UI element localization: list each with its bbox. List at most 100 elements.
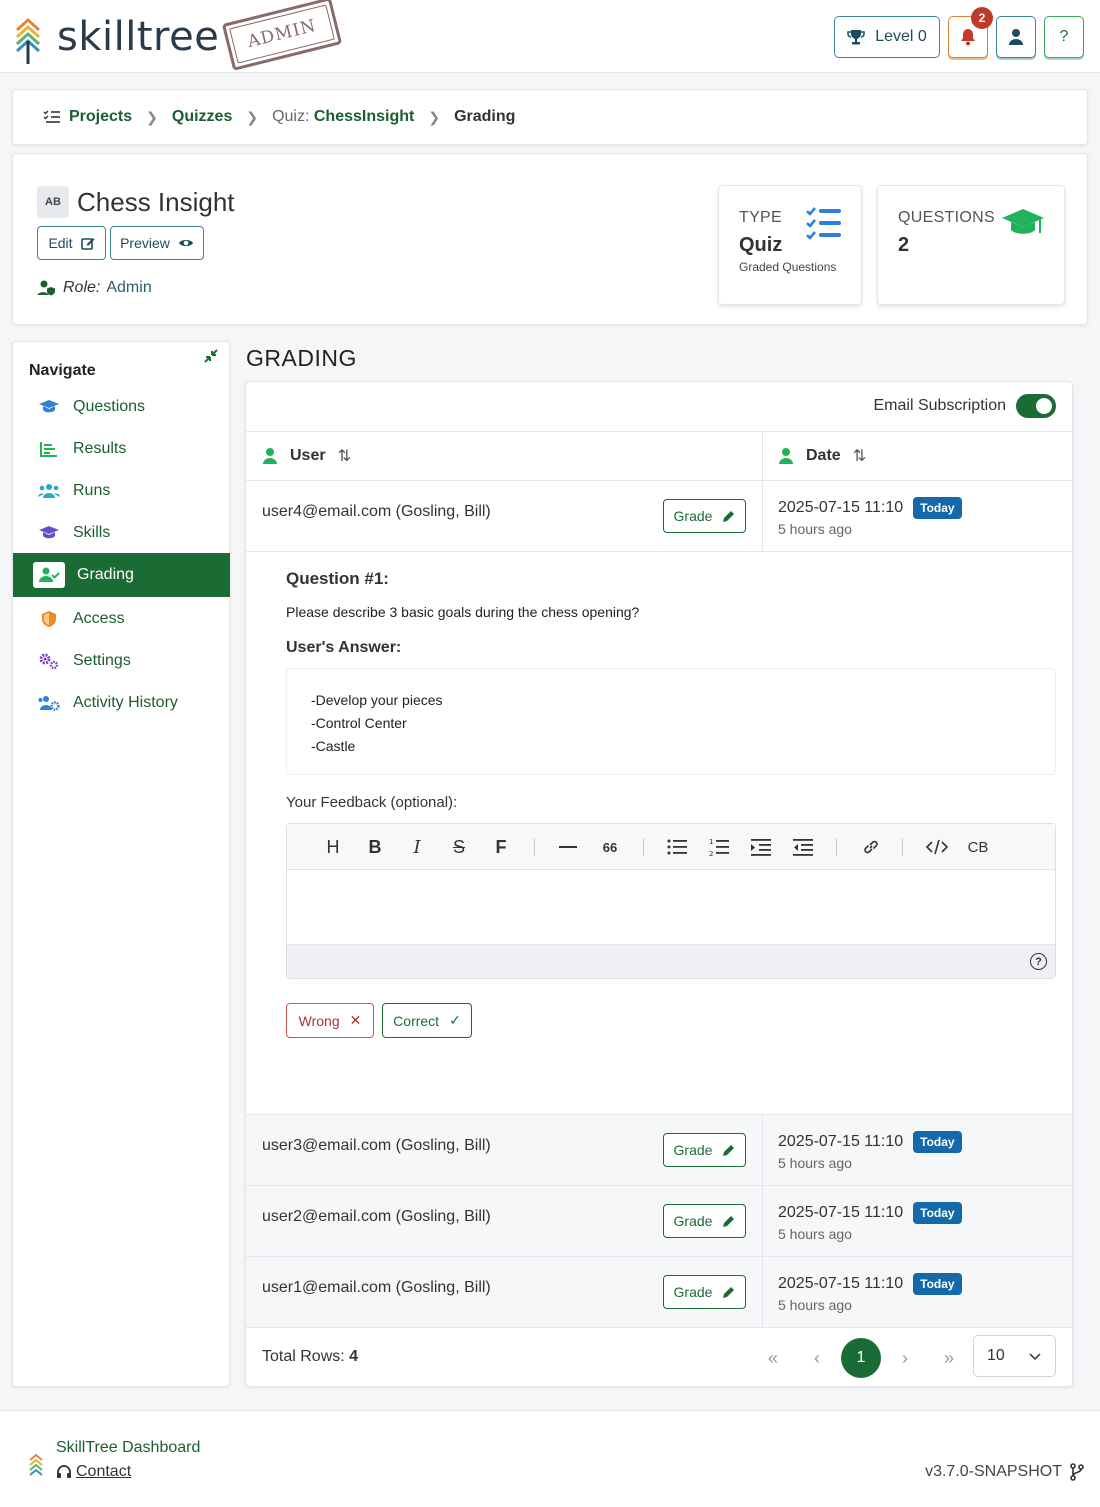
sidebar-item-access[interactable]: Access xyxy=(13,598,230,640)
row-user: user3@email.com (Gosling, Bill) xyxy=(262,1137,491,1154)
column-divider xyxy=(762,481,763,551)
italic-tool[interactable]: I xyxy=(404,836,430,858)
answer-line: -Control Center xyxy=(311,715,407,731)
check-icon: ✓ xyxy=(449,1012,461,1028)
code-icon xyxy=(925,839,949,855)
font-tool[interactable]: F xyxy=(488,836,514,858)
total-rows: Total Rows: 4 xyxy=(262,1348,359,1365)
top-bar: skilltree ADMIN Level 0 2 ? xyxy=(0,0,1100,73)
outdent-tool[interactable] xyxy=(790,836,816,858)
sidebar-item-label: Access xyxy=(73,610,125,627)
nav-title: Navigate xyxy=(29,362,96,379)
toolbar-divider xyxy=(643,838,644,856)
bold-tool[interactable]: B xyxy=(362,836,388,858)
prev-page-button[interactable]: ‹ xyxy=(797,1338,837,1378)
help-button[interactable]: ? xyxy=(1044,16,1084,58)
next-page-button[interactable]: › xyxy=(885,1338,925,1378)
bullet-list-tool[interactable] xyxy=(664,836,690,858)
pencil-icon xyxy=(723,510,735,522)
sidebar-item-settings[interactable]: Settings xyxy=(13,640,230,682)
cogs-icon xyxy=(37,649,61,673)
quote-tool[interactable]: 66 xyxy=(597,836,623,858)
sort-icon: ⇅ xyxy=(852,448,867,465)
feedback-textarea[interactable] xyxy=(287,870,1055,944)
email-subscription-toggle[interactable] xyxy=(1016,394,1056,418)
grade-label: Grade xyxy=(673,1284,713,1300)
help-circle-icon[interactable]: ? xyxy=(1030,953,1047,970)
admin-stamp: ADMIN xyxy=(221,0,343,71)
role-label: Role: xyxy=(63,279,101,296)
email-subscription: Email Subscription xyxy=(874,394,1056,418)
sidebar-item-runs[interactable]: Runs xyxy=(13,470,230,512)
page-title: Chess Insight xyxy=(77,187,235,217)
page-size-select[interactable]: 10 xyxy=(973,1335,1056,1377)
footer-title: SkillTree Dashboard xyxy=(56,1439,201,1456)
column-header-user[interactable]: User ⇅ xyxy=(262,432,351,480)
bullet-list-icon xyxy=(667,839,687,855)
breadcrumb: Projects ❯ Quizzes ❯ Quiz: ChessInsight … xyxy=(12,89,1088,145)
preview-button[interactable]: Preview xyxy=(110,226,204,260)
table-row: user1@email.com (Gosling, Bill) Grade 20… xyxy=(246,1257,1072,1328)
headset-icon xyxy=(57,1465,71,1478)
last-page-button[interactable]: » xyxy=(929,1338,969,1378)
code-tool[interactable] xyxy=(924,836,950,858)
question-title: Question #1: xyxy=(286,569,389,588)
type-stat-sub: Graded Questions xyxy=(739,260,837,274)
feedback-editor: H B I S F 66 12 CB ? xyxy=(286,823,1056,979)
indent-icon xyxy=(751,839,771,856)
page-1-button[interactable]: 1 xyxy=(841,1338,881,1378)
breadcrumb-quizzes[interactable]: Quizzes xyxy=(172,108,232,126)
breadcrumb-projects[interactable]: Projects xyxy=(69,108,132,126)
strikethrough-tool[interactable]: S xyxy=(446,836,472,858)
breadcrumb-quiz-prefix: Quiz: xyxy=(272,108,310,125)
type-stat-value: Quiz xyxy=(739,234,783,256)
chevron-right-icon: › xyxy=(902,1347,908,1368)
table-header: User ⇅ Date ⇅ xyxy=(246,431,1072,481)
link-tool[interactable] xyxy=(858,836,884,858)
user-check-icon xyxy=(33,562,65,588)
graduation-cap-icon xyxy=(37,521,61,545)
heading-tool[interactable]: H xyxy=(320,836,346,858)
toolbar-divider xyxy=(836,838,837,856)
indent-tool[interactable] xyxy=(748,836,774,858)
notification-count-badge: 2 xyxy=(971,7,993,29)
grade-button[interactable]: Grade xyxy=(663,1133,746,1167)
breadcrumb-quiz[interactable]: ChessInsight xyxy=(314,108,414,126)
sidebar-item-questions[interactable]: Questions xyxy=(13,386,230,428)
row-relative-time: 5 hours ago xyxy=(778,1297,852,1313)
chevron-right-icon: ❯ xyxy=(246,108,259,125)
edit-button[interactable]: Edit xyxy=(37,226,106,260)
first-page-button[interactable]: « xyxy=(753,1338,793,1378)
wrong-button[interactable]: Wrong ✕ xyxy=(286,1003,374,1038)
ordered-list-tool[interactable]: 12 xyxy=(706,836,732,858)
correct-button[interactable]: Correct ✓ xyxy=(382,1003,472,1038)
column-header-date[interactable]: Date ⇅ xyxy=(778,432,866,480)
sidebar-item-activity-history[interactable]: Activity History xyxy=(13,682,230,724)
level-button[interactable]: Level 0 xyxy=(834,16,940,58)
toolbar-divider xyxy=(534,838,535,856)
grade-button[interactable]: Grade xyxy=(663,1275,746,1309)
total-rows-value: 4 xyxy=(349,1348,359,1365)
eye-icon xyxy=(178,240,193,246)
grading-table-card: Email Subscription User ⇅ Date ⇅ user4@e… xyxy=(245,381,1073,1387)
editor-footer: ? xyxy=(287,944,1055,978)
contact-link[interactable]: Contact xyxy=(56,1463,131,1481)
horizontal-rule-icon xyxy=(559,846,577,848)
sidebar-item-results[interactable]: Results xyxy=(13,428,230,470)
table-footer: Total Rows: 4 « ‹ 1 › » 10 xyxy=(246,1328,1072,1386)
collapse-icon[interactable] xyxy=(203,348,219,364)
grade-button[interactable]: Grade xyxy=(663,499,746,533)
sidebar-item-grading[interactable]: Grading xyxy=(13,553,230,597)
user-menu-button[interactable] xyxy=(996,16,1036,58)
grade-label: Grade xyxy=(673,1142,713,1158)
today-badge: Today xyxy=(913,1273,962,1295)
questions-stat-card: QUESTIONS 2 xyxy=(877,185,1065,305)
skilltree-logo-icon xyxy=(15,17,41,64)
horizontal-rule-tool[interactable] xyxy=(555,836,581,858)
codeblock-tool[interactable]: CB xyxy=(965,836,991,858)
sidebar-item-skills[interactable]: Skills xyxy=(13,512,230,554)
today-badge: Today xyxy=(913,1202,962,1224)
column-header-label: Date xyxy=(806,447,841,464)
role-info: Role: Admin xyxy=(37,279,152,297)
grade-button[interactable]: Grade xyxy=(663,1204,746,1238)
